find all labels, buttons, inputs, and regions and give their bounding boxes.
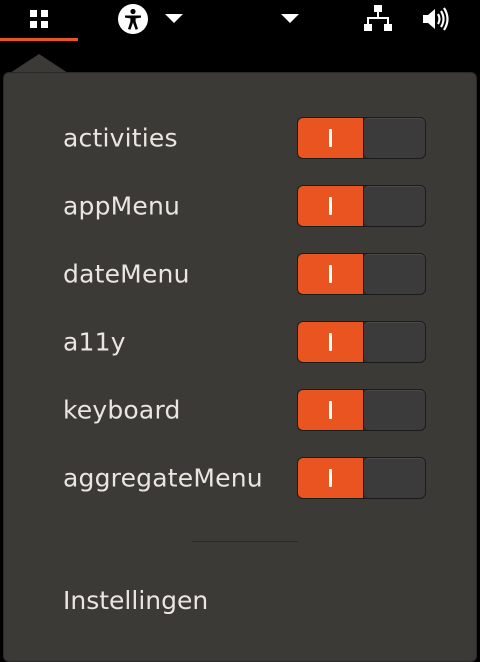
switch-on-state <box>298 254 364 294</box>
switch-knob <box>364 390 425 430</box>
switch-on-state <box>298 390 364 430</box>
switch-knob <box>364 458 425 498</box>
network-icon <box>364 5 392 31</box>
switch-on-mark <box>329 469 332 487</box>
switch-on-state <box>298 186 364 226</box>
apps-button[interactable] <box>22 0 56 38</box>
menu-item-label: a11y <box>63 327 126 357</box>
toggle-switch[interactable] <box>297 321 426 363</box>
menu-item-label: aggregateMenu <box>63 463 263 493</box>
switch-on-state <box>298 322 364 362</box>
menu-item-datemenu[interactable]: dateMenu <box>4 253 478 295</box>
switch-knob <box>364 118 425 158</box>
switch-on-mark <box>329 129 332 147</box>
top-panel <box>0 0 480 41</box>
switch-on-state <box>298 458 364 498</box>
toggle-switch[interactable] <box>297 457 426 499</box>
toggle-switch[interactable] <box>297 389 426 431</box>
menu-item-keyboard[interactable]: keyboard <box>4 389 478 431</box>
toggle-switch[interactable] <box>297 253 426 295</box>
toggle-switch[interactable] <box>297 117 426 159</box>
switch-knob <box>364 254 425 294</box>
network-indicator[interactable] <box>360 0 396 38</box>
volume-indicator[interactable] <box>418 0 454 38</box>
menu-item-label: appMenu <box>63 191 181 221</box>
switch-knob <box>364 186 425 226</box>
menu-item-aggregatemenu[interactable]: aggregateMenu <box>4 457 478 499</box>
chevron-down-icon <box>281 14 299 23</box>
accessibility-menu-button[interactable] <box>108 0 192 38</box>
chevron-down-icon <box>165 14 183 23</box>
settings-menu-item[interactable]: Instellingen <box>63 586 208 615</box>
volume-icon <box>423 7 449 31</box>
toggle-switch[interactable] <box>297 185 426 227</box>
switch-on-mark <box>329 333 332 351</box>
menu-pointer-arrow <box>10 54 68 73</box>
active-indicator <box>0 38 78 41</box>
menu-item-label: dateMenu <box>63 259 190 289</box>
menu-item-label: activities <box>63 123 178 153</box>
menu-item-a11y[interactable]: a11y <box>4 321 478 363</box>
panel-popup-menu: activities appMenu dateMenu a11y keyboar… <box>3 72 477 662</box>
menu-separator <box>192 541 298 542</box>
switch-on-mark <box>329 401 332 419</box>
switch-on-state <box>298 118 364 158</box>
keyboard-menu-button[interactable] <box>276 0 304 38</box>
accessibility-icon <box>118 4 148 34</box>
apps-grid-icon <box>30 10 48 28</box>
switch-on-mark <box>329 197 332 215</box>
menu-item-activities[interactable]: activities <box>4 117 478 159</box>
menu-item-appmenu[interactable]: appMenu <box>4 185 478 227</box>
switch-knob <box>364 322 425 362</box>
menu-item-label: keyboard <box>63 395 181 425</box>
switch-on-mark <box>329 265 332 283</box>
